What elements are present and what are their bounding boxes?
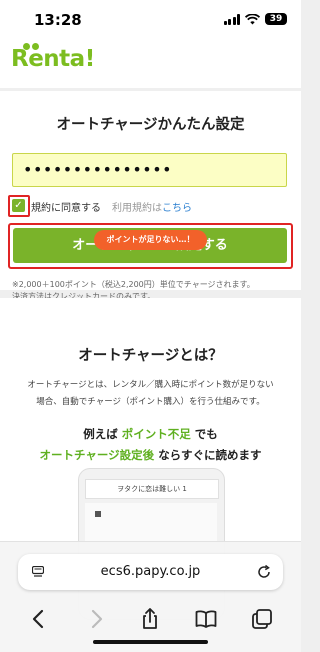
example-line2-suffix: ならすぐに読めます [158, 448, 262, 462]
forward-icon [91, 609, 103, 629]
example-line2-highlight: オートチャージ設定後 [39, 448, 155, 462]
example-text: 例えば ポイント不足 でも オートチャージ設定後 ならすぐに読めます [0, 424, 301, 466]
share-icon[interactable] [138, 607, 162, 631]
form-title: オートチャージかんたん設定 [56, 117, 245, 133]
agree-label[interactable]: 規約に同意する [31, 199, 101, 214]
example-suffix: でも [194, 427, 218, 441]
example-line-1: 例えば ポイント不足 でも [0, 424, 301, 445]
example-prefix: 例えば [83, 427, 118, 441]
address-bar[interactable]: ecs6.papy.co.jp [18, 554, 283, 590]
renta-logo[interactable]: Renta! [11, 43, 95, 72]
status-bar: 13:28 39 [0, 0, 301, 40]
browser-toolbar [0, 604, 301, 634]
wifi-icon [245, 13, 260, 24]
about-title: オートチャージとは？ [78, 348, 223, 364]
points-short-bubble: ポイントが足りない…！ [94, 230, 207, 250]
agree-checkbox[interactable]: ✓ [12, 199, 25, 212]
agree-checkbox-highlight: ✓ [8, 195, 30, 217]
password-input[interactable]: ••••••••••••••• [12, 153, 287, 187]
url-text: ecs6.papy.co.jp [100, 564, 201, 579]
terms-text: 利用規約はこちら [112, 199, 192, 214]
reload-icon[interactable] [256, 564, 272, 580]
phone-icon-square [95, 511, 101, 517]
status-icons: 39 [223, 13, 287, 25]
example-line-2: オートチャージ設定後 ならすぐに読めます [0, 445, 301, 466]
back-icon[interactable] [27, 607, 51, 631]
home-indicator [93, 640, 208, 644]
note-line-1: ※2,000＋100ポイント（税込2,200円）単位でチャージされます。 [12, 280, 255, 289]
desc-line-2: 場合、自動でチャージ（ポイント購入）を行う仕組みです。 [36, 397, 265, 407]
terms-link[interactable]: こちら [162, 203, 192, 214]
about-description: オートチャージとは、レンタル／購入時にポイント数が足りない 場合、自動でチャージ… [14, 377, 287, 411]
status-time: 13:28 [34, 11, 82, 29]
logo-eyes-icon [23, 43, 39, 50]
cellular-signal-icon [223, 13, 240, 25]
tabs-icon[interactable] [250, 607, 274, 631]
agree-row: ✓ 規約に同意する 利用規約はこちら [8, 195, 298, 219]
phone-book-title: ヲタクに恋は難しい 1 [85, 479, 219, 499]
example-highlight: ポイント不足 [121, 427, 191, 441]
bookmarks-icon[interactable] [194, 607, 218, 631]
battery-indicator: 39 [265, 13, 287, 25]
browser-bottom-bar: ecs6.papy.co.jp [0, 541, 301, 652]
desc-line-1: オートチャージとは、レンタル／購入時にポイント数が足りない [27, 380, 274, 390]
autocharge-form-card: オートチャージかんたん設定 ••••••••••••••• ✓ 規約に同意する … [0, 91, 301, 301]
app-header: Renta! [0, 40, 301, 88]
terms-prefix: 利用規約は [112, 203, 162, 214]
